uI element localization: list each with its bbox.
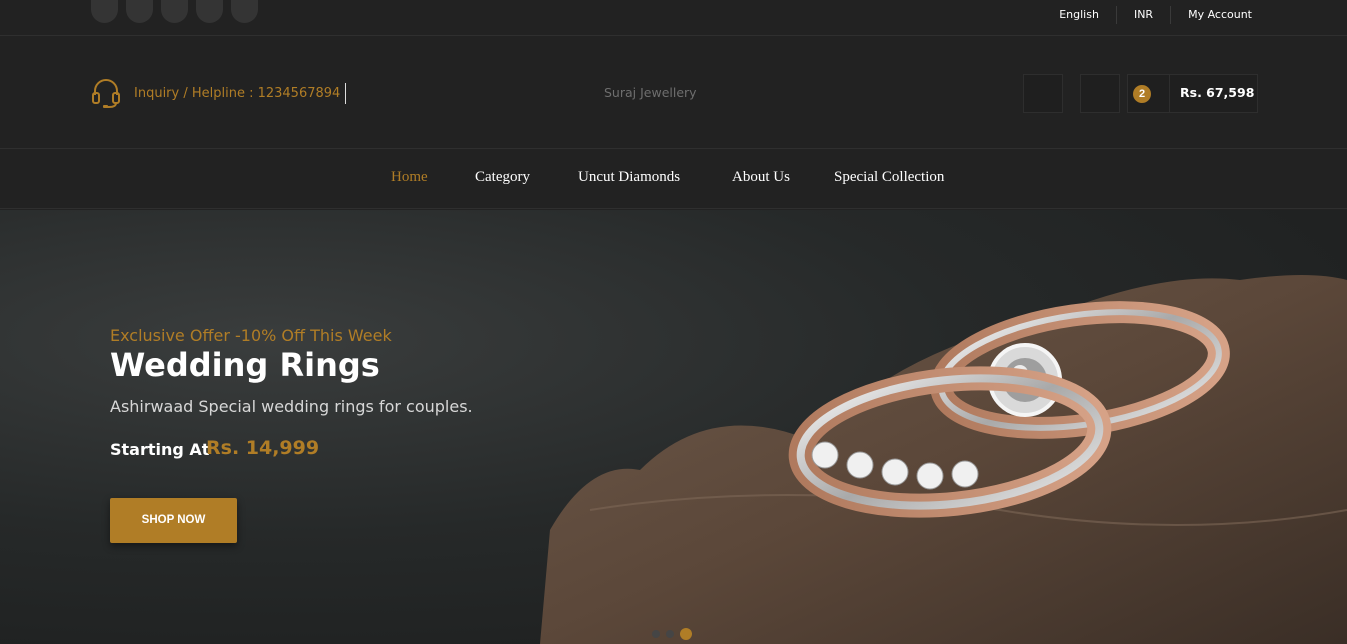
hero-title: Wedding Rings [110,346,380,384]
slider-dot[interactable] [652,630,660,638]
social-icon[interactable] [161,0,188,23]
store-search-label[interactable]: Suraj Jewellery [604,85,697,100]
cart-count-badge: 2 [1133,85,1151,103]
slider-dot[interactable] [666,630,674,638]
headset-icon [92,79,120,108]
helpline-text: Inquiry / Helpline : 1234567894 [134,85,341,101]
nav-uncut-diamonds[interactable]: Uncut Diamonds [578,169,680,186]
nav-special-collection[interactable]: Special Collection [834,169,944,186]
my-account-link[interactable]: My Account [1170,6,1252,24]
nav-about-us[interactable]: About Us [732,169,790,186]
slider-dots [652,628,692,640]
cart-divider [1169,74,1170,113]
compare-button[interactable] [1080,74,1120,113]
top-bar: English INR My Account [0,0,1347,36]
hero-subtitle: Ashirwaad Special wedding rings for coup… [110,397,473,416]
main-header: Inquiry / Helpline : 1234567894 Suraj Je… [0,37,1347,149]
social-icon[interactable] [126,0,153,23]
wishlist-button[interactable] [1023,74,1063,113]
slider-dot-active[interactable] [680,628,692,640]
search-divider [345,83,346,104]
social-icon[interactable] [231,0,258,23]
top-links: English INR My Account [1042,6,1252,24]
hero-offer: Exclusive Offer -10% Off This Week [110,326,392,345]
shop-now-button[interactable]: SHOP NOW [110,498,237,543]
helpline: Inquiry / Helpline : 1234567894 [91,77,340,109]
currency-selector[interactable]: INR [1115,6,1170,24]
wedding-rings-image [540,275,1347,644]
nav-home[interactable]: Home [391,169,428,186]
social-links [91,0,258,23]
cart-total[interactable]: Rs. 67,598 [1180,85,1254,100]
hero-price: Rs. 14,999 [206,437,320,459]
social-icon[interactable] [91,0,118,23]
hero-slider: Exclusive Offer -10% Off This Week Weddi… [0,210,1347,644]
nav-category[interactable]: Category [475,169,530,186]
starting-at-label: Starting At [110,440,210,459]
social-icon[interactable] [196,0,223,23]
main-navigation: Home Category Uncut Diamonds About Us Sp… [0,150,1347,209]
language-selector[interactable]: English [1042,6,1116,24]
